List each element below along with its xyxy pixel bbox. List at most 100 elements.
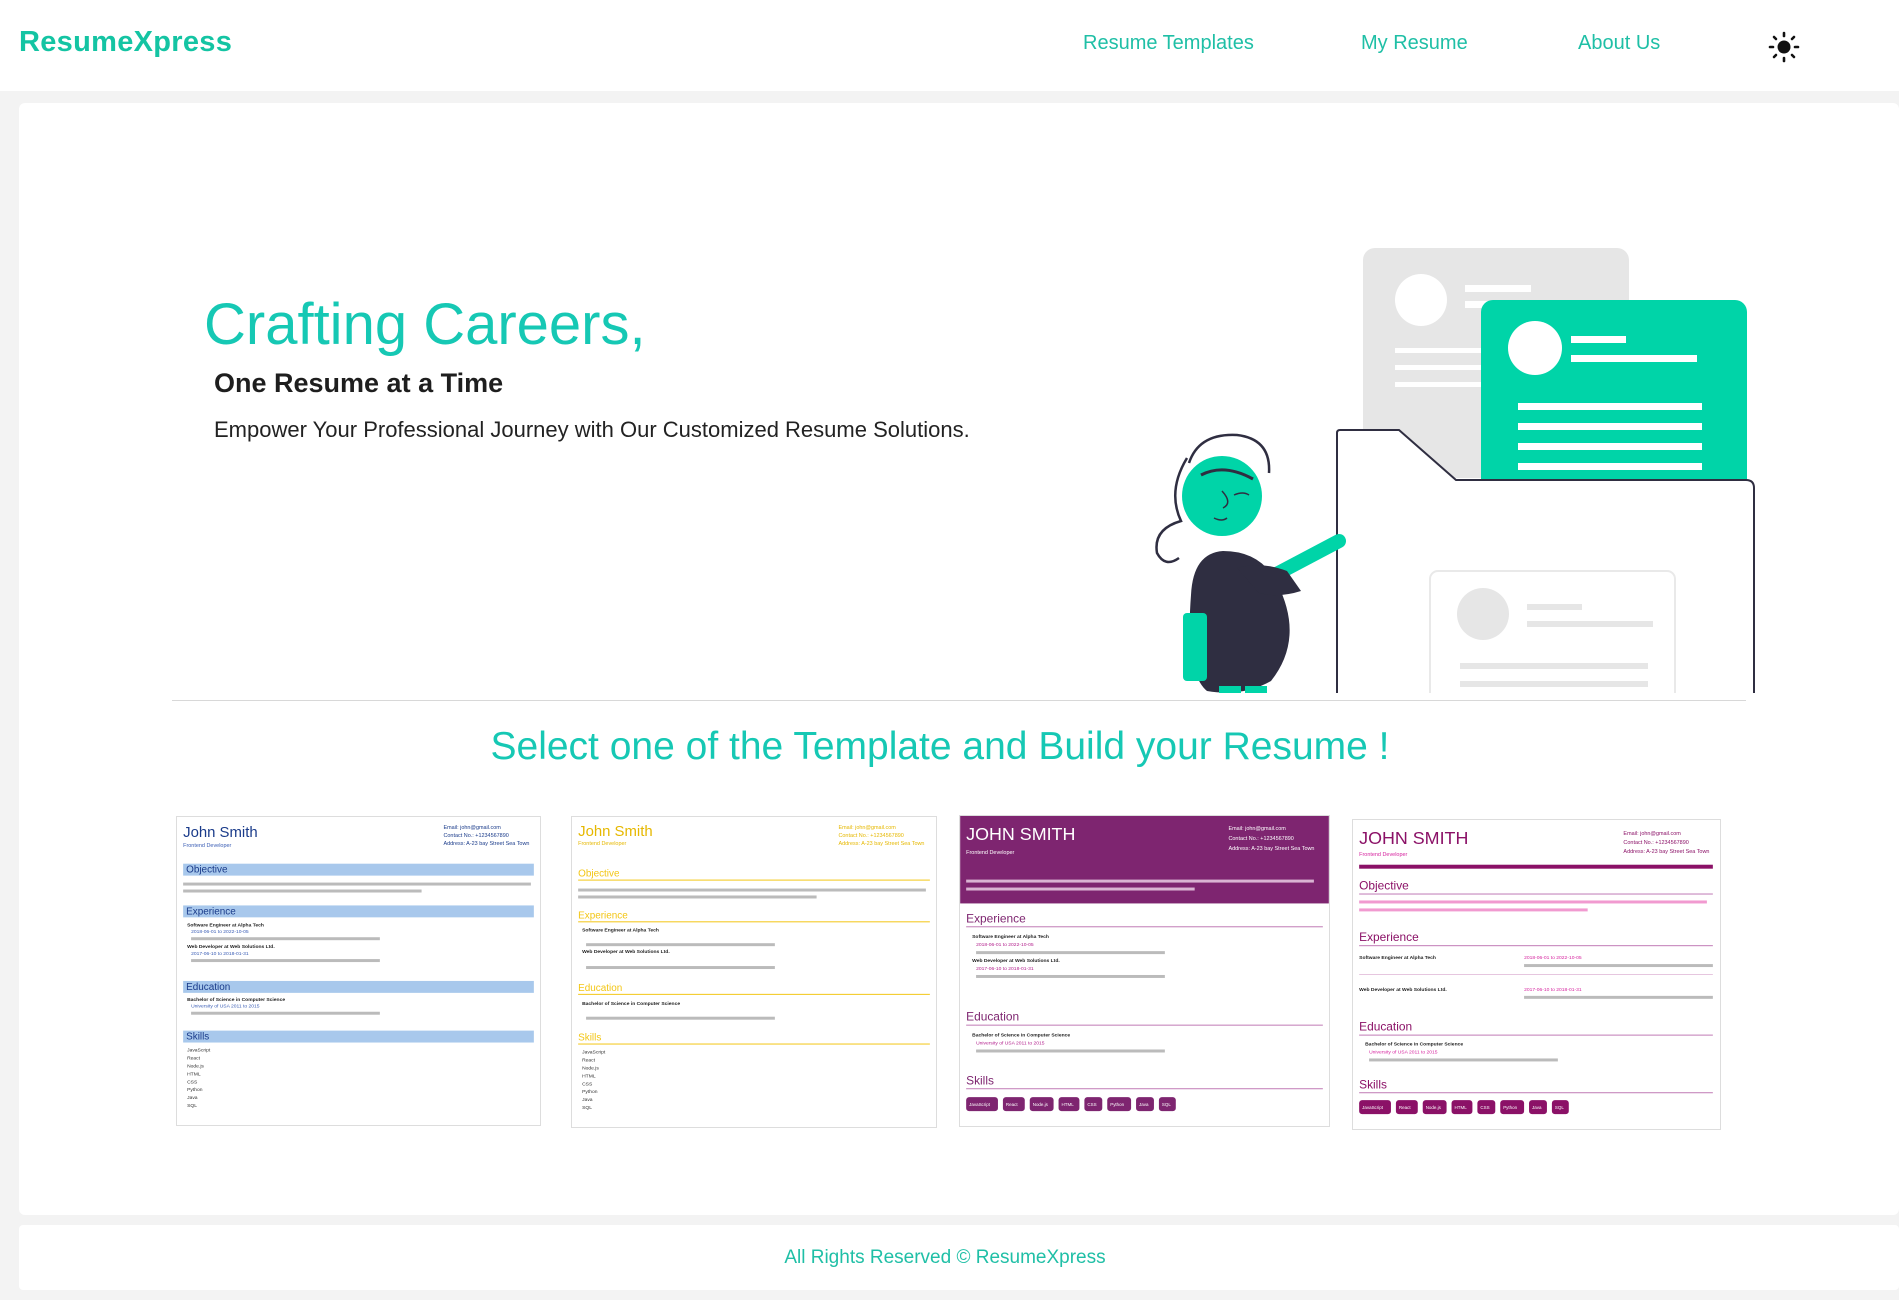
template-school: University of USA 2011 to 2015 (976, 1041, 1045, 1047)
template-date: 2018-06-01 to 2022-10-05 (976, 942, 1034, 948)
template-preview-magenta: JOHN SMITH Frontend Developer Email: joh… (1359, 828, 1713, 1115)
template-email: Email: john@gmail.com (1228, 826, 1286, 832)
template-section: Skills (186, 1032, 209, 1043)
template-skill: SQL (187, 1103, 197, 1109)
template-address: Address: A-23 bay Street Sea Town (1228, 846, 1314, 852)
template-job: Web Developer at Web Solutions Ltd. (582, 949, 670, 955)
template-email: Email: john@gmail.com (443, 825, 501, 831)
template-skill-tag: Python (1110, 1102, 1124, 1107)
template-contact: Contact No.: +1234567890 (1228, 836, 1293, 842)
template-card-blue[interactable]: John Smith Frontend Developer Email: joh… (176, 816, 541, 1126)
template-skill: HTML (187, 1071, 201, 1077)
template-section: Skills (1359, 1077, 1387, 1091)
template-role: Frontend Developer (183, 843, 231, 849)
template-skill: Java (582, 1097, 593, 1103)
top-navbar: ResumeXpress Resume Templates My Resume … (0, 0, 1899, 91)
template-job: Software Engineer at Alpha Tech (972, 934, 1049, 940)
person-with-resume-folder-illustration (1119, 173, 1779, 754)
template-skill-tag: Node.js (1426, 1105, 1442, 1110)
template-skill-tag: Java (1139, 1102, 1149, 1107)
template-job: Software Engineer at Alpha Tech (1359, 955, 1436, 961)
template-section: Skills (966, 1073, 994, 1087)
template-skill: CSS (582, 1081, 593, 1087)
hero-title: Crafting Careers, (204, 292, 646, 357)
template-section: Education (578, 983, 622, 994)
main-content: Crafting Careers, One Resume at a Time E… (19, 103, 1899, 1215)
template-skill-tag: React (1399, 1105, 1411, 1110)
footer: All Rights Reserved © ResumeXpress (19, 1225, 1899, 1290)
template-school: University of USA 2011 to 2015 (1369, 1049, 1438, 1055)
template-card-purple[interactable]: JOHN SMITH Frontend Developer Email: joh… (959, 815, 1330, 1127)
template-preview-yellow: John Smith Frontend Developer Email: joh… (578, 824, 930, 1111)
template-skill: Python (582, 1089, 598, 1095)
template-address: Address: A-23 bay Street Sea Town (838, 841, 924, 847)
templates-heading-text: Select one of the Template and Build you… (490, 725, 1390, 768)
template-name: John Smith (183, 825, 258, 841)
template-section: Education (966, 1010, 1019, 1024)
theme-toggle-button[interactable] (1768, 31, 1800, 63)
template-role: Frontend Developer (578, 841, 626, 847)
template-skill: HTML (582, 1073, 596, 1079)
template-date: 2018-06-01 to 2022-10-05 (191, 929, 249, 935)
template-role: Frontend Developer (1359, 852, 1407, 858)
template-skill-tag: Python (1503, 1105, 1517, 1110)
template-skill-tag: HTML (1455, 1105, 1468, 1110)
template-section: Experience (966, 911, 1026, 925)
template-job: Web Developer at Web Solutions Ltd. (1359, 987, 1447, 993)
template-skill-tag: JavaScript (969, 1102, 991, 1107)
template-skill-tag: Java (1532, 1105, 1542, 1110)
template-job: Software Engineer at Alpha Tech (187, 922, 264, 928)
template-card-magenta[interactable]: JOHN SMITH Frontend Developer Email: joh… (1352, 819, 1721, 1130)
template-name: John Smith (578, 824, 653, 840)
template-contact: Contact No.: +1234567890 (443, 833, 508, 839)
template-skill-tag: CSS (1480, 1105, 1489, 1110)
footer-copyright: All Rights Reserved © ResumeXpress (19, 1247, 1899, 1269)
template-degree: Bachelor of Science in Computer Science (582, 1001, 680, 1007)
template-section: Education (1359, 1020, 1412, 1034)
template-section: Objective (578, 869, 620, 880)
template-section: Objective (1359, 879, 1409, 893)
nav-resume-templates[interactable]: Resume Templates (1083, 32, 1254, 55)
template-email: Email: john@gmail.com (838, 825, 896, 831)
template-skill-tag: HTML (1062, 1102, 1075, 1107)
template-preview-purple: JOHN SMITH Frontend Developer Email: joh… (960, 816, 1329, 1112)
template-skill: Node.js (187, 1063, 204, 1069)
template-contact: Contact No.: +1234567890 (1623, 840, 1688, 846)
template-section: Experience (578, 910, 628, 921)
template-job: Web Developer at Web Solutions Ltd. (187, 944, 275, 950)
template-name: JOHN SMITH (966, 824, 1075, 844)
brand-logo[interactable]: ResumeXpress (19, 26, 232, 59)
template-job: Software Engineer at Alpha Tech (582, 927, 659, 933)
template-skill-tag: Node.js (1033, 1102, 1049, 1107)
templates-heading: Select one of the Template and Build you… (19, 725, 1899, 769)
template-skill: JavaScript (582, 1049, 606, 1055)
template-skill: Java (187, 1095, 198, 1101)
template-section: Objective (186, 865, 228, 876)
nav-my-resume[interactable]: My Resume (1361, 32, 1468, 55)
template-skill: React (187, 1055, 201, 1061)
template-preview-blue: John Smith Frontend Developer Email: joh… (183, 825, 534, 1109)
template-skill-tag: React (1006, 1102, 1018, 1107)
nav-about-us[interactable]: About Us (1578, 32, 1660, 55)
template-skill: JavaScript (187, 1047, 211, 1053)
template-school: University of USA 2011 to 2015 (191, 1004, 260, 1010)
template-email: Email: john@gmail.com (1623, 831, 1681, 837)
template-name: JOHN SMITH (1359, 828, 1468, 848)
template-job: Web Developer at Web Solutions Ltd. (972, 958, 1060, 964)
template-card-yellow[interactable]: John Smith Frontend Developer Email: joh… (571, 816, 937, 1128)
template-role: Frontend Developer (966, 850, 1014, 856)
template-contact: Contact No.: +1234567890 (838, 833, 903, 839)
template-skill-tag: SQL (1555, 1105, 1564, 1110)
template-degree: Bachelor of Science in Computer Science (972, 1033, 1070, 1039)
template-skill: Node.js (582, 1065, 599, 1071)
template-degree: Bachelor of Science in Computer Science (1365, 1042, 1463, 1048)
template-degree: Bachelor of Science in Computer Science (187, 997, 285, 1003)
template-date: 2017-06-10 to 2018-01-31 (976, 966, 1034, 972)
hero-subtitle: One Resume at a Time (214, 368, 504, 398)
template-skill: React (582, 1057, 596, 1063)
footer-copyright-text: All Rights Reserved © ResumeXpress (784, 1247, 1106, 1268)
sun-icon (1768, 31, 1800, 63)
template-skill-tag: CSS (1087, 1102, 1096, 1107)
template-skill: Python (187, 1087, 203, 1093)
template-address: Address: A-23 bay Street Sea Town (1623, 849, 1709, 855)
